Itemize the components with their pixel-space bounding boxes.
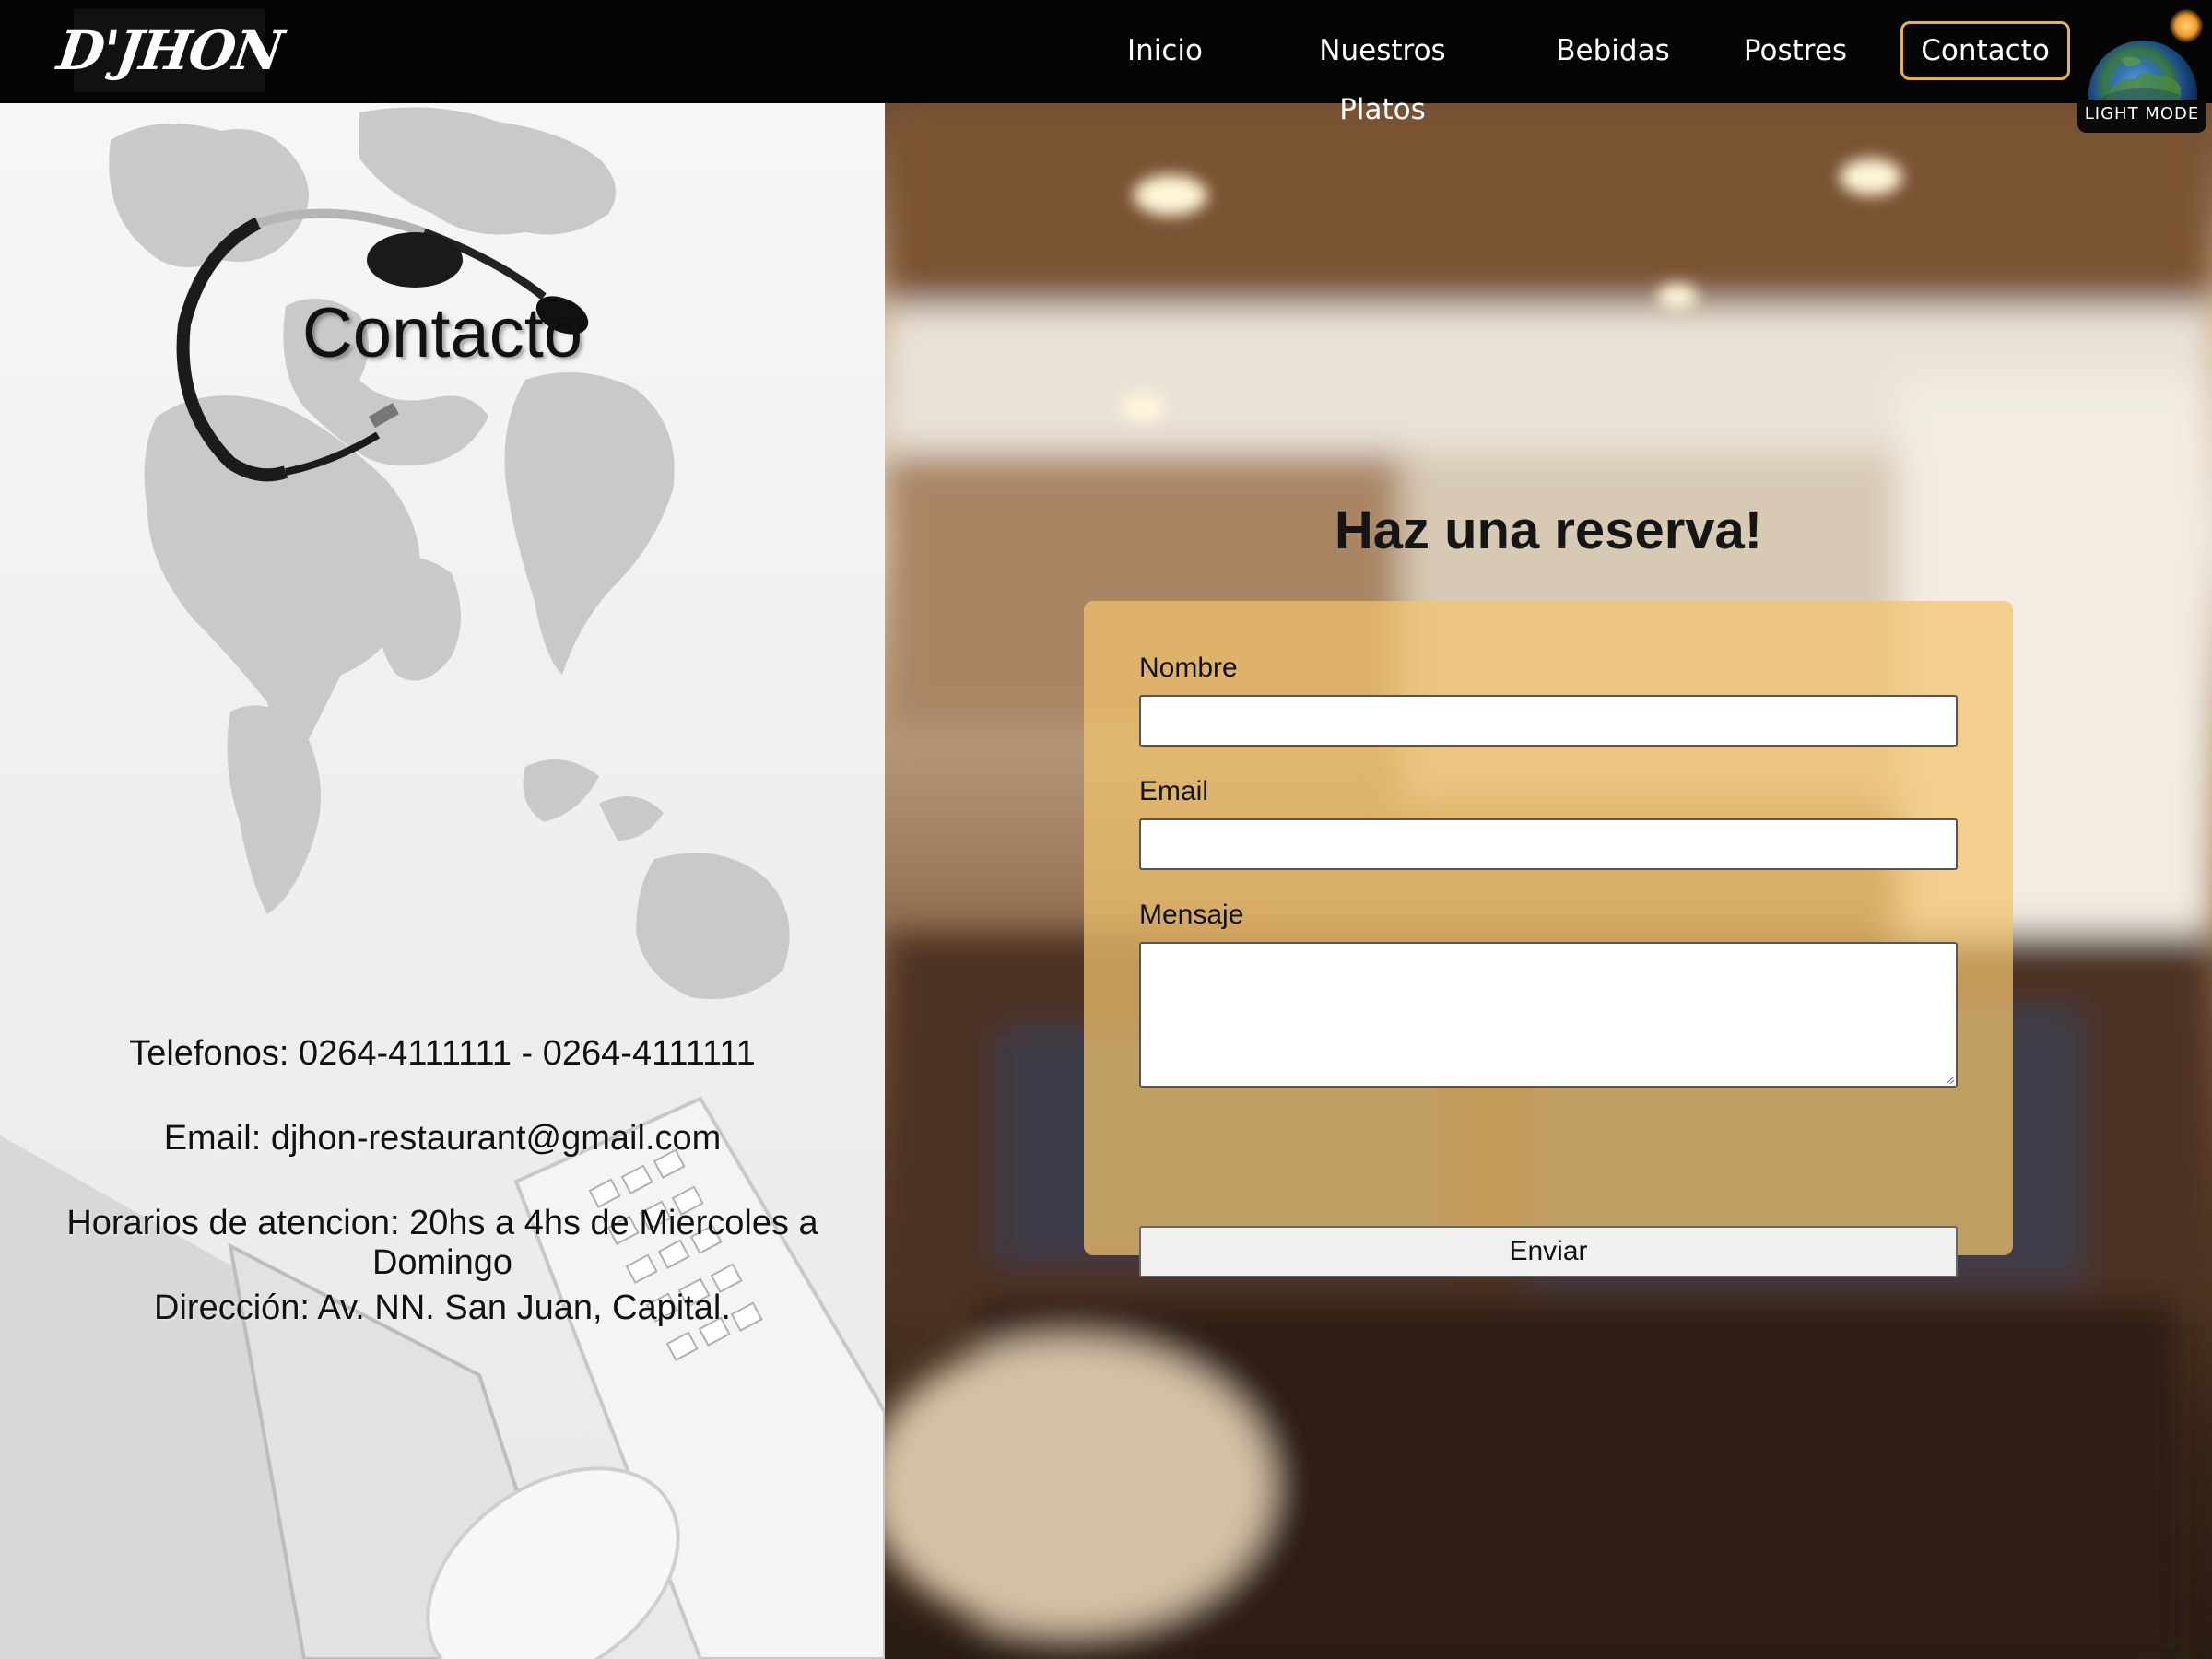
contact-email: Email: djhon-restaurant@gmail.com [163, 1119, 722, 1158]
reservation-form: Nombre Email Mensaje Enviar [1084, 601, 2013, 1277]
name-label: Nombre [1139, 653, 1238, 683]
name-input[interactable] [1139, 695, 1958, 747]
resize-grip-icon[interactable] [1945, 1075, 1954, 1084]
nav-item-inicio[interactable]: Inicio [1117, 21, 1213, 80]
contact-hours: Horarios de atencion: 20hs a 4hs de Mier… [66, 1204, 818, 1282]
email-input[interactable] [1139, 818, 1958, 870]
top-navbar: D'JHON Inicio Nuestros Platos Bebidas Po… [0, 0, 2212, 133]
theme-toggle-label: LIGHT MODE [2077, 100, 2206, 133]
sun-icon [2170, 9, 2203, 42]
contact-phones: Telefonos: 0264-4111111 - 0264-4111111 [129, 1034, 756, 1073]
reservation-title: Haz una reserva! [1334, 500, 1763, 560]
contact-address: Dirección: Av. NN. San Juan, Capital. [154, 1288, 731, 1327]
reservation-panel: Haz una reserva! Nombre Email Mensaje En… [885, 103, 2212, 1659]
email-label: Email [1139, 776, 1209, 806]
submit-button[interactable]: Enviar [1139, 1226, 1958, 1277]
theme-toggle[interactable]: LIGHT MODE [2077, 9, 2206, 133]
nav-item-nuestros-platos[interactable]: Nuestros Platos [1276, 21, 1489, 126]
message-label: Mensaje [1139, 900, 1244, 930]
nav-item-bebidas[interactable]: Bebidas [1556, 21, 1670, 80]
brand-logo[interactable]: D'JHON [53, 9, 286, 92]
nav-item-contacto[interactable]: Contacto [1900, 21, 2070, 80]
contact-title: Contacto [301, 294, 583, 372]
nav-item-postres[interactable]: Postres [1740, 21, 1851, 80]
brand-logo-text: D'JHON [53, 19, 286, 82]
message-textarea[interactable] [1139, 942, 1958, 1088]
contact-info-panel: Contacto Telefonos: 0264-4111111 - 0264-… [0, 103, 885, 1659]
